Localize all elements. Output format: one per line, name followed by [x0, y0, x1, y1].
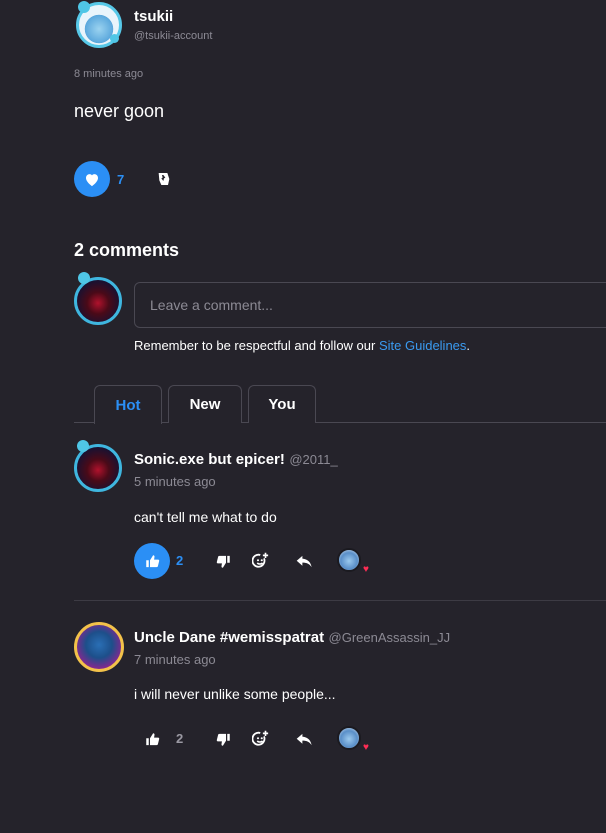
- current-user-avatar: [74, 277, 122, 325]
- heart-icon: ♥: [363, 564, 369, 575]
- heart-icon: ♥: [363, 742, 369, 753]
- comments-title: 2 comments: [74, 240, 180, 260]
- reply-icon: [296, 555, 312, 567]
- comment-author-handle[interactable]: @GreenAssassin_JJ: [329, 630, 451, 645]
- comment-add-reaction-button[interactable]: [249, 727, 273, 751]
- comment-like-count: 2: [176, 553, 184, 568]
- comment-author-line: Uncle Dane #wemisspatrat @GreenAssassin_…: [134, 629, 450, 647]
- avatar-decoration-icon: [77, 440, 89, 452]
- comment-dislike-button[interactable]: [211, 727, 235, 751]
- post-author-name[interactable]: tsukii: [134, 8, 173, 25]
- avatar-decoration-icon: [78, 1, 90, 13]
- comment-author-name[interactable]: Sonic.exe but epicer!: [134, 451, 285, 468]
- post-timestamp: 8 minutes ago: [74, 68, 144, 80]
- thumbs-up-icon: [145, 554, 159, 567]
- comment-author-handle[interactable]: @2011_: [289, 452, 337, 467]
- add-reaction-icon: [252, 730, 269, 746]
- comment-like-button[interactable]: [134, 543, 170, 579]
- comment-like-button[interactable]: [140, 727, 164, 751]
- avatar-decoration-icon: [110, 34, 119, 43]
- comment-timestamp: 7 minutes ago: [134, 652, 216, 667]
- tab-new[interactable]: New: [168, 385, 242, 423]
- comment-input[interactable]: [134, 282, 606, 328]
- thumbs-down-icon: [216, 733, 230, 746]
- broken-heart-icon: [158, 173, 170, 185]
- comment-divider: [74, 600, 606, 601]
- comment-text: can't tell me what to do: [134, 509, 277, 525]
- comment-reply-button[interactable]: [292, 727, 316, 751]
- comment-like-count: 2: [176, 731, 184, 746]
- comment-author-name[interactable]: Uncle Dane #wemisspatrat: [134, 629, 324, 646]
- reply-icon: [296, 733, 312, 745]
- guidelines-note: Remember to be respectful and follow our…: [134, 338, 470, 353]
- post-dislike-button[interactable]: [152, 167, 176, 191]
- post-like-count: 7: [117, 172, 125, 187]
- heart-icon: [86, 173, 98, 186]
- comment-dislike-button[interactable]: [211, 549, 235, 573]
- tab-hot[interactable]: Hot: [94, 385, 162, 424]
- comment-timestamp: 5 minutes ago: [134, 474, 216, 489]
- thumbs-up-icon: [145, 732, 159, 745]
- comment-author-line: Sonic.exe but epicer! @2011_: [134, 451, 338, 469]
- reactor-avatar[interactable]: [337, 548, 361, 572]
- avatar-decoration-icon: [78, 272, 90, 284]
- guidelines-prefix: Remember to be respectful and follow our: [134, 338, 379, 353]
- add-reaction-icon: [252, 552, 269, 568]
- guidelines-suffix: .: [466, 338, 471, 353]
- comment-reply-button[interactable]: [292, 549, 316, 573]
- post-text: never goon: [74, 101, 165, 121]
- comment-add-reaction-button[interactable]: [249, 549, 273, 573]
- post-like-button[interactable]: [74, 161, 110, 197]
- comment-text: i will never unlike some people...: [134, 686, 336, 702]
- comment-author-avatar[interactable]: [74, 622, 124, 672]
- thumbs-down-icon: [216, 555, 230, 568]
- tab-you[interactable]: You: [248, 385, 316, 423]
- post-author-handle[interactable]: @tsukii-account: [134, 30, 212, 42]
- reactor-avatar[interactable]: [337, 726, 361, 750]
- site-guidelines-link[interactable]: Site Guidelines: [379, 338, 466, 353]
